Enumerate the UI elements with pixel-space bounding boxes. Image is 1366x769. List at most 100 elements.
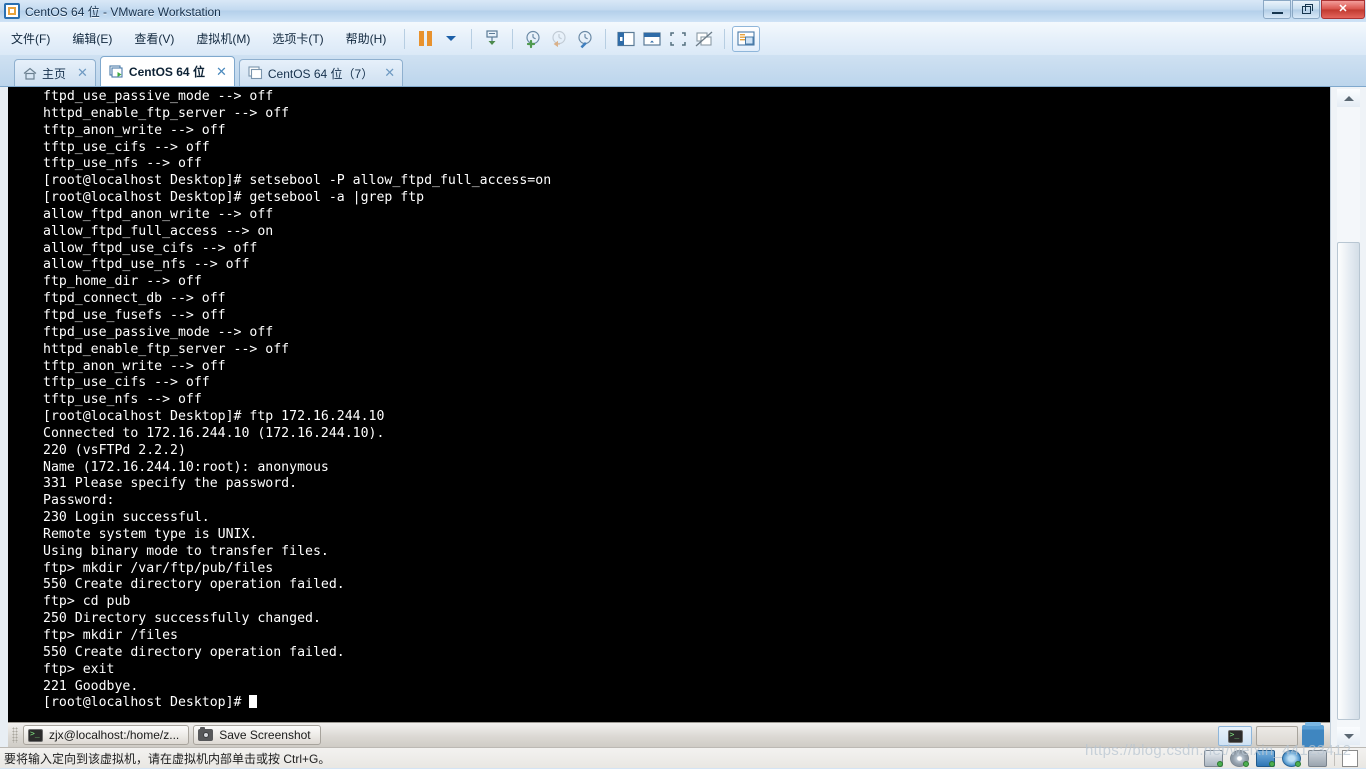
menu-edit[interactable]: 编辑(E) [61,27,123,50]
taskbar-save-screenshot[interactable]: Save Screenshot [193,725,321,745]
vm-display-area: ftpd_use_passive_mode --> off httpd_enabl… [0,87,1366,747]
tab-centos-64-7-label: CentOS 64 位（7） [267,66,374,81]
fullscreen-icon [670,31,687,46]
vmware-workstation-window: CentOS 64 位 - VMware Workstation ✕ 文件(F)… [0,0,1366,768]
taskbar-save-screenshot-label: Save Screenshot [219,728,311,742]
terminal-line: 550 Create directory operation failed. [43,644,345,660]
terminal-line: tftp_use_nfs --> off [43,392,202,408]
scroll-up-icon[interactable] [1337,89,1360,107]
terminal-line: [root@localhost Desktop]# getsebool -a |… [43,190,425,206]
status-usb-icon[interactable] [1282,750,1301,767]
menu-file[interactable]: 文件(F) [0,27,61,50]
send-ctrl-alt-del-button[interactable] [479,27,505,51]
snapshot-revert-icon [552,30,566,47]
library-panel-icon [617,31,635,46]
enter-fullscreen-button[interactable] [665,27,691,51]
taskbar-window-switcher[interactable] [1218,726,1252,746]
status-bar: 要将输入定向到该虚拟机，请在虚拟机内部单击或按 Ctrl+G。 [0,747,1366,768]
terminal-line: Remote system type is UNIX. [43,526,258,542]
tab-centos-64-label: CentOS 64 位 [128,65,205,79]
trash-icon[interactable] [1302,722,1324,747]
scrollbar-thumb[interactable] [1337,242,1360,720]
terminal-line: [root@localhost Desktop]# [43,695,1330,712]
terminal-line: 250 Directory successfully changed. [43,611,321,627]
minimize-button[interactable] [1263,0,1291,19]
tab-bar: 主页 ✕ CentOS 64 位 ✕ CentOS 64 位（7） ✕ [0,55,1366,87]
suspend-button[interactable] [412,27,438,51]
terminal-line: tftp_anon_write --> off [43,122,226,138]
status-network-icon[interactable] [1256,750,1275,767]
tab-home-close-icon[interactable]: ✕ [77,65,88,81]
revert-snapshot-button[interactable] [546,27,572,51]
taskbar-terminal[interactable]: zjx@localhost:/home/z... [23,725,190,745]
tab-home-label: 主页 [42,66,67,81]
tab-centos-64[interactable]: CentOS 64 位 ✕ [99,56,235,86]
terminal-icon [1227,729,1243,743]
scroll-down-icon[interactable] [1337,727,1360,745]
chevron-down-icon [446,36,457,41]
status-message: 要将输入定向到该虚拟机，请在虚拟机内部单击或按 Ctrl+G。 [4,751,331,766]
tab-centos-64-7-close-icon[interactable]: ✕ [384,65,395,81]
terminal-line: [root@localhost Desktop]# ftp 172.16.244… [43,409,385,425]
vm-left-margin [0,87,8,747]
send-key-icon [486,29,498,45]
status-cdrom-icon[interactable] [1230,750,1249,767]
window-title: CentOS 64 位 - VMware Workstation [25,4,221,19]
status-harddisk-icon[interactable] [1204,750,1223,767]
close-button[interactable]: ✕ [1321,0,1365,19]
guest-taskbar-right [1218,722,1324,747]
tab-centos-64-close-icon[interactable]: ✕ [216,64,227,80]
terminal-line: ftp> cd pub [43,594,131,610]
terminal-line: tftp_use_cifs --> off [43,375,210,391]
terminal-line: Name (172.16.244.10:root): anonymous [43,459,329,475]
terminal-cursor [249,695,258,709]
menu-tabs[interactable]: 选项卡(T) [261,27,334,50]
terminal-line: ftp> mkdir /files [43,628,178,643]
show-library-button[interactable] [613,27,639,51]
toolbar-separator [512,28,514,49]
terminal-line: ftpd_use_passive_mode --> off [43,324,274,340]
status-device-icons [1204,748,1358,769]
taskbar-grip[interactable] [12,727,18,743]
vertical-scrollbar[interactable] [1330,87,1366,747]
terminal-line: tftp_anon_write --> off [43,358,226,374]
terminal-line: tftp_use_cifs --> off [43,139,210,155]
vm-running-icon [109,64,123,78]
pause-icon [418,31,432,46]
terminal-line: 550 Create directory operation failed. [43,577,345,593]
menu-view[interactable]: 查看(V) [123,27,185,50]
terminal-output[interactable]: ftpd_use_passive_mode --> off httpd_enabl… [43,89,1330,712]
title-bar: CentOS 64 位 - VMware Workstation ✕ [0,0,1366,23]
snapshot-manage-icon [578,30,592,48]
show-thumbnail-bar-button[interactable] [639,27,665,51]
manage-snapshots-button[interactable] [572,27,598,51]
terminal-line: 221 Goodbye. [43,678,139,694]
thumbnail-bar-icon [643,31,661,46]
power-dropdown-button[interactable] [438,27,464,51]
terminal-line: ftpd_connect_db --> off [43,291,226,307]
guest-screen[interactable]: ftpd_use_passive_mode --> off httpd_enabl… [8,87,1330,747]
restore-button[interactable] [1292,0,1320,19]
toolbar-separator [471,28,473,49]
terminal-line: ftpd_use_passive_mode --> off [43,89,274,104]
menu-bar: 文件(F) 编辑(E) 查看(V) 虚拟机(M) 选项卡(T) 帮助(H) [0,22,1366,56]
terminal-line: ftp_home_dir --> off [43,274,202,290]
menu-help[interactable]: 帮助(H) [335,27,398,50]
terminal-line: [root@localhost Desktop]# setsebool -P a… [43,173,552,189]
menu-vm[interactable]: 虚拟机(M) [185,27,261,50]
console-view-icon [737,31,755,46]
terminal-line: Connected to 172.16.244.10 (172.16.244.1… [43,425,385,441]
unity-mode-button[interactable] [691,27,717,51]
unity-mode-icon [695,31,713,46]
vmware-icon [4,3,20,19]
terminal-line: tftp_use_nfs --> off [43,156,202,172]
status-camera-icon[interactable] [1308,750,1327,767]
taskbar-workspace-switcher[interactable] [1256,726,1298,746]
tab-centos-64-7[interactable]: CentOS 64 位（7） ✕ [238,59,404,86]
take-snapshot-button[interactable] [520,27,546,51]
camera-icon [198,727,214,741]
terminal-line: 220 (vsFTPd 2.2.2) [43,442,186,458]
tab-home[interactable]: 主页 ✕ [14,59,96,86]
status-printer-icon[interactable] [1342,750,1358,767]
console-view-button[interactable] [732,25,761,52]
